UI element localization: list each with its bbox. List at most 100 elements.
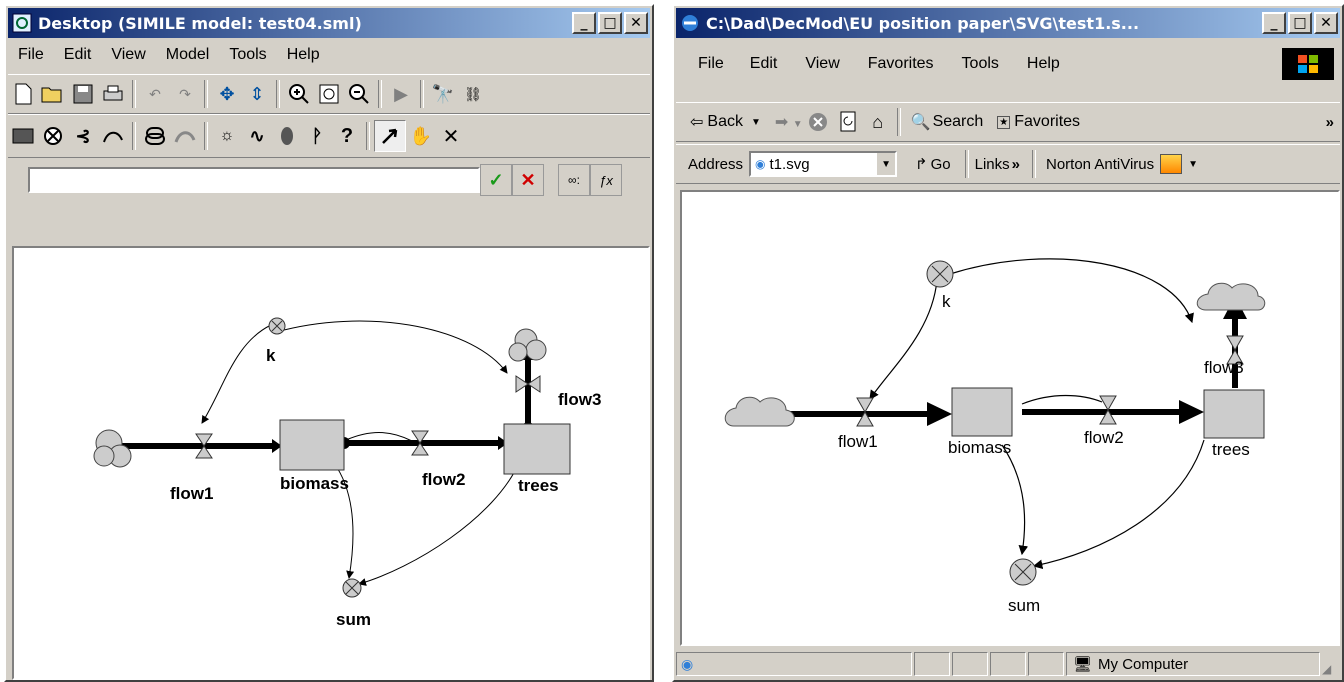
close-button[interactable]: ✕ bbox=[624, 12, 648, 34]
sink-cloud-icon[interactable] bbox=[1196, 282, 1266, 311]
find-icon[interactable]: 🔭 bbox=[428, 79, 458, 109]
links-overflow-icon[interactable]: » bbox=[1012, 156, 1028, 173]
simile-diagram-canvas[interactable]: k flow1 biomass flow2 trees flow3 sum bbox=[12, 246, 650, 680]
zoom-fit-icon[interactable] bbox=[314, 79, 344, 109]
simile-window-title: Desktop (SIMILE model: test04.sml) bbox=[38, 13, 362, 33]
trees-label: trees bbox=[518, 476, 559, 495]
source-cloud-icon[interactable] bbox=[724, 396, 795, 427]
alarm-icon[interactable]: ∿ bbox=[242, 121, 272, 151]
minimize-button[interactable]: _ bbox=[572, 12, 596, 34]
close-button[interactable]: ✕ bbox=[1314, 12, 1338, 34]
biomass-compartment[interactable] bbox=[279, 419, 345, 471]
source-cloud-icon[interactable] bbox=[93, 429, 132, 468]
fx-icon[interactable]: ƒx bbox=[590, 164, 622, 196]
condition-icon[interactable] bbox=[272, 121, 302, 151]
biomass-compartment[interactable] bbox=[951, 387, 1013, 437]
menu-tools[interactable]: Tools bbox=[948, 55, 1013, 73]
address-field[interactable]: ◉ t1.svg ▼ bbox=[749, 151, 898, 177]
move-icon[interactable]: ✥ bbox=[212, 79, 242, 109]
go-label: Go bbox=[930, 155, 951, 173]
menu-favorites[interactable]: Favorites bbox=[854, 55, 948, 73]
run-icon[interactable]: ▶ bbox=[386, 79, 416, 109]
undo-icon[interactable]: ↶ bbox=[140, 79, 170, 109]
menu-edit[interactable]: Edit bbox=[736, 55, 792, 73]
sum-variable-icon[interactable] bbox=[342, 578, 362, 598]
resize-icon[interactable]: ⇕ bbox=[242, 79, 272, 109]
reject-icon[interactable]: ✕ bbox=[512, 164, 544, 196]
hand-icon[interactable]: ✋ bbox=[406, 121, 436, 151]
delete-icon[interactable]: ✕ bbox=[436, 121, 466, 151]
norton-icon[interactable] bbox=[1160, 154, 1183, 174]
menu-view[interactable]: View bbox=[791, 55, 853, 73]
biomass-label: biomass bbox=[948, 438, 1012, 457]
ie-page-icon: ◉ bbox=[681, 655, 694, 672]
svg-diagram bbox=[724, 258, 1266, 586]
toolbar-overflow-icon[interactable]: » bbox=[1326, 114, 1334, 131]
stop-icon[interactable] bbox=[803, 107, 833, 137]
open-icon[interactable] bbox=[38, 79, 68, 109]
menu-help[interactable]: Help bbox=[1013, 55, 1074, 73]
address-dropdown-icon[interactable]: ▼ bbox=[877, 153, 896, 175]
norton-dropdown-icon[interactable]: ▼ bbox=[1182, 159, 1204, 170]
k-variable-icon[interactable] bbox=[926, 260, 954, 288]
flow2-label: flow2 bbox=[422, 470, 466, 489]
menu-help[interactable]: Help bbox=[277, 46, 330, 64]
windows-logo-icon bbox=[1282, 48, 1334, 80]
simile-titlebar[interactable]: Desktop (SIMILE model: test04.sml) _ □ ✕ bbox=[8, 8, 650, 38]
new-icon[interactable] bbox=[8, 79, 38, 109]
equation-input[interactable] bbox=[28, 167, 480, 193]
influence-icon[interactable] bbox=[98, 121, 128, 151]
ie-titlebar[interactable]: C:\Dad\DecMod\EU position paper\SVG\test… bbox=[676, 8, 1340, 38]
menu-tools[interactable]: Tools bbox=[219, 46, 276, 64]
back-dropdown-icon[interactable]: ▼ bbox=[751, 117, 761, 128]
replace-icon[interactable]: ⛓ bbox=[458, 79, 488, 109]
accept-icon[interactable]: ✓ bbox=[480, 164, 512, 196]
ie-nav-toolbar: ⇦ Back ▼ ➡ ▼ ⌂ 🔍 Search ★ Favorites » bbox=[676, 102, 1340, 142]
maximize-button[interactable]: □ bbox=[1288, 12, 1312, 34]
parameter-icon[interactable]: ᚹ bbox=[302, 121, 332, 151]
favorites-button[interactable]: ★ Favorites bbox=[989, 113, 1088, 131]
maximize-button[interactable]: □ bbox=[598, 12, 622, 34]
back-button[interactable]: ⇦ Back ▼ bbox=[676, 112, 761, 132]
event-icon[interactable]: ☼ bbox=[212, 121, 242, 151]
k-label: k bbox=[942, 292, 951, 311]
role-arrow-icon[interactable] bbox=[170, 121, 200, 151]
menu-edit[interactable]: Edit bbox=[54, 46, 102, 64]
functions-menu-icon[interactable]: ∞: bbox=[558, 164, 590, 196]
trees-compartment[interactable] bbox=[1203, 389, 1265, 439]
flow-icon[interactable]: ⊰ bbox=[68, 121, 98, 151]
redo-icon[interactable]: ↷ bbox=[170, 79, 200, 109]
forward-button[interactable]: ➡ ▼ bbox=[775, 112, 803, 132]
print-icon[interactable] bbox=[98, 79, 128, 109]
zoom-out-icon[interactable] bbox=[344, 79, 374, 109]
menu-view[interactable]: View bbox=[101, 46, 155, 64]
minimize-button[interactable]: _ bbox=[1262, 12, 1286, 34]
go-button[interactable]: ↱ Go bbox=[897, 155, 961, 174]
svg-viewer-content[interactable]: k flow1 biomass flow2 trees flow3 sum bbox=[680, 190, 1340, 646]
ie-address-bar: Address ◉ t1.svg ▼ ↱ Go Links » Norton A… bbox=[676, 144, 1340, 184]
home-icon[interactable]: ⌂ bbox=[863, 107, 893, 137]
flow2-label: flow2 bbox=[1084, 428, 1124, 447]
save-icon[interactable] bbox=[68, 79, 98, 109]
address-label: Address bbox=[688, 155, 744, 173]
norton-label[interactable]: Norton AntiVirus bbox=[1040, 156, 1160, 173]
ie-window: C:\Dad\DecMod\EU position paper\SVG\test… bbox=[672, 4, 1344, 682]
status-main: ◉ bbox=[676, 652, 912, 676]
search-button[interactable]: 🔍 Search bbox=[905, 112, 990, 132]
submodel-icon[interactable] bbox=[140, 121, 170, 151]
menu-file[interactable]: File bbox=[676, 55, 736, 73]
links-label[interactable]: Links bbox=[973, 156, 1012, 173]
refresh-icon[interactable] bbox=[833, 107, 863, 137]
variable-icon[interactable] bbox=[38, 121, 68, 151]
k-variable-icon[interactable] bbox=[268, 317, 286, 335]
trees-compartment[interactable] bbox=[503, 423, 571, 475]
menu-model[interactable]: Model bbox=[156, 46, 220, 64]
pointer-icon[interactable] bbox=[374, 120, 406, 152]
menu-file[interactable]: File bbox=[8, 46, 54, 64]
equation-bar: ✓ ✕ ∞: ƒx bbox=[8, 158, 650, 202]
zoom-in-icon[interactable] bbox=[284, 79, 314, 109]
resize-grip-icon[interactable]: ◢ bbox=[1322, 652, 1340, 676]
compartment-icon[interactable] bbox=[8, 121, 38, 151]
help-icon[interactable]: ? bbox=[332, 121, 362, 151]
sum-variable-icon[interactable] bbox=[1009, 558, 1037, 586]
